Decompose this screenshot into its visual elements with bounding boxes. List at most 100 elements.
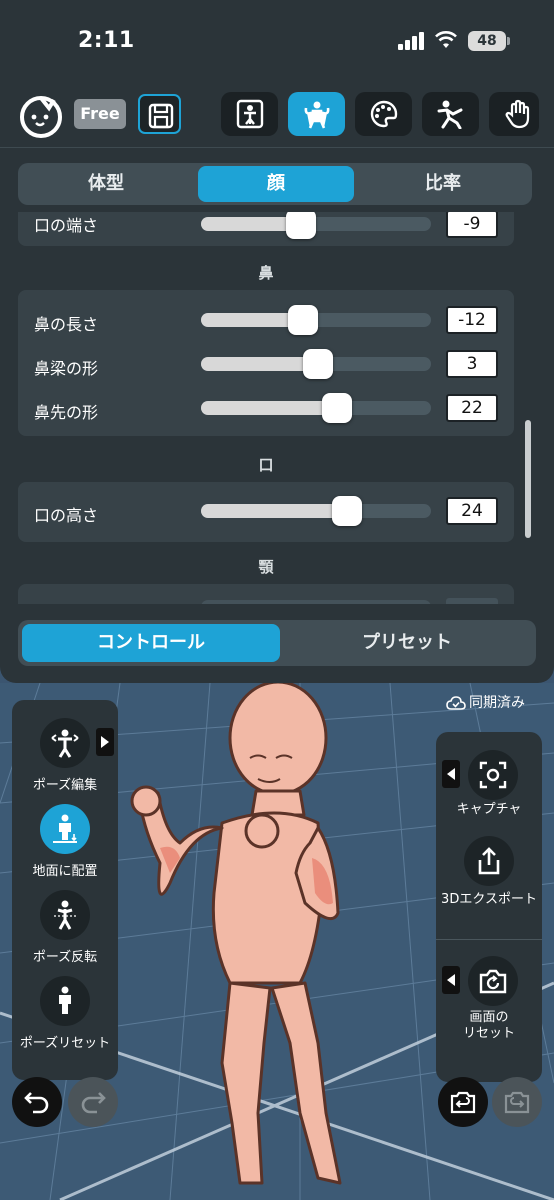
parameter-group-nose: 鼻の長さ -12 鼻梁の形 3 鼻先の形 22 (18, 290, 514, 436)
panel-scrollbar[interactable] (525, 420, 531, 538)
camera-redo-icon (504, 1091, 530, 1114)
parameter-group-mouth: 口の高さ 24 (18, 482, 514, 542)
app-logo-icon[interactable] (18, 92, 64, 138)
pose-reset-label: ポーズリセット (19, 1036, 111, 1051)
figure-mode-button[interactable] (221, 92, 278, 136)
chevron-right-icon (101, 736, 109, 748)
pose-flip-tool[interactable]: ポーズ反転 (12, 890, 118, 970)
slider-fill (201, 504, 339, 518)
body-mode-button[interactable] (288, 92, 345, 136)
running-pose-icon (437, 100, 463, 129)
capture-tool[interactable]: キャプチャ (436, 750, 542, 820)
hand-mode-button[interactable] (489, 92, 539, 136)
slider-mouth-corner[interactable] (201, 217, 431, 231)
place-on-ground-tool[interactable]: 地面に配置 (12, 804, 118, 884)
slider-jaw-partial[interactable] (201, 600, 431, 604)
row-label-mouth-corner: 口の端さ (34, 216, 99, 235)
hand-icon (505, 99, 530, 129)
slider-thumb-mouth-height[interactable] (332, 496, 362, 526)
color-mode-button[interactable] (355, 92, 412, 136)
pose-edit-button[interactable] (40, 718, 90, 768)
3d-export-tool[interactable]: 3Dエクスポート (436, 836, 542, 926)
wifi-icon (434, 30, 458, 50)
slider-thumb-mouth-corner[interactable] (286, 212, 316, 239)
expand-left-tools-button[interactable] (96, 728, 114, 756)
section-title-nose: 鼻 (258, 264, 274, 282)
muscle-icon (304, 101, 330, 129)
value-nose-bridge[interactable]: 3 (446, 350, 498, 378)
tab-proportion[interactable]: 比率 (358, 166, 528, 202)
camera-undo-button[interactable] (438, 1077, 488, 1127)
pose-reset-icon (59, 986, 71, 1014)
capture-icon (479, 761, 507, 789)
camera-reset-tool[interactable]: 画面の リセット (436, 956, 542, 1056)
status-time: 2:11 (78, 28, 135, 53)
export-icon (478, 847, 500, 875)
section-title-mouth: 口 (258, 456, 274, 474)
pose-reset-tool[interactable]: ポーズリセット (12, 976, 118, 1056)
slider-nose-tip[interactable] (201, 401, 431, 415)
battery-tip (507, 37, 510, 45)
value-mouth-height[interactable]: 24 (446, 497, 498, 525)
value-jaw-partial[interactable] (446, 598, 498, 604)
slider-thumb-nose-tip[interactable] (322, 393, 352, 423)
redo-button[interactable] (68, 1077, 118, 1127)
control-preset-tabs: コントロール プリセット (18, 620, 536, 666)
pose-edit-label: ポーズ編集 (32, 778, 98, 793)
pose-reset-button[interactable] (40, 976, 90, 1026)
slider-thumb-nose-length[interactable] (288, 305, 318, 335)
camera-reset-icon (479, 969, 507, 994)
camera-reset-button[interactable] (468, 956, 518, 1006)
row-label-nose-tip: 鼻先の形 (34, 403, 99, 422)
camera-undo-icon (450, 1091, 476, 1114)
tab-body-shape[interactable]: 体型 (21, 166, 191, 202)
value-nose-tip[interactable]: 22 (446, 394, 498, 422)
pose-flip-label: ポーズ反転 (32, 950, 98, 965)
tab-face[interactable]: 顔 (198, 166, 354, 202)
palette-icon (370, 100, 398, 128)
value-mouth-corner[interactable]: -9 (446, 212, 498, 238)
free-badge[interactable]: Free (74, 99, 126, 129)
battery-level: 48 (468, 31, 506, 51)
place-on-ground-button[interactable] (40, 804, 90, 854)
parameter-list[interactable]: 口の端さ -9 鼻 鼻の長さ -12 鼻梁の形 3 鼻先の形 22 口 口の高さ… (18, 212, 514, 604)
camera-redo-button[interactable] (492, 1077, 542, 1127)
slider-fill (201, 401, 337, 415)
slider-fill (201, 313, 303, 327)
place-on-ground-label: 地面に配置 (32, 864, 98, 879)
pose-tool-panel: ポーズ編集 地面に配置 ポーズ反転 ポーズリセット (12, 700, 118, 1080)
category-tabs: 体型 顔 比率 (18, 163, 532, 205)
tool-divider (436, 939, 542, 940)
pose-flip-icon (54, 900, 76, 930)
place-on-ground-icon (53, 814, 77, 843)
pose-mode-button[interactable] (422, 92, 479, 136)
pose-edit-icon (51, 729, 79, 758)
row-label-nose-bridge: 鼻梁の形 (34, 359, 99, 378)
save-icon (148, 103, 174, 129)
3d-export-button[interactable] (464, 836, 514, 886)
cellular-signal-icon (398, 32, 426, 50)
pose-flip-button[interactable] (40, 890, 90, 940)
3d-export-label: 3Dエクスポート (441, 892, 537, 907)
camera-tool-panel: キャプチャ 3Dエクスポート 画面の リセット (436, 732, 542, 1082)
tab-control[interactable]: コントロール (22, 624, 280, 662)
undo-icon (24, 1092, 49, 1114)
save-button[interactable] (138, 94, 181, 134)
slider-fill (201, 217, 298, 231)
camera-reset-label: 画面の リセット (462, 1010, 515, 1041)
cloud-sync-icon (446, 696, 466, 710)
capture-button[interactable] (468, 750, 518, 800)
undo-button[interactable] (12, 1077, 62, 1127)
row-label-nose-length: 鼻の長さ (34, 315, 99, 334)
redo-icon (81, 1092, 106, 1114)
capture-label: キャプチャ (456, 802, 522, 817)
tab-preset[interactable]: プリセット (282, 624, 532, 662)
slider-fill (201, 357, 319, 371)
value-nose-length[interactable]: -12 (446, 306, 498, 334)
sync-status: 同期済み (446, 692, 525, 712)
parameter-group-mouth-prev: 口の端さ -9 (18, 212, 514, 246)
slider-thumb-nose-bridge[interactable] (303, 349, 333, 379)
row-label-mouth-height: 口の高さ (34, 506, 99, 525)
section-title-jaw: 顎 (258, 558, 274, 576)
slider-mouth-height[interactable] (201, 504, 431, 518)
